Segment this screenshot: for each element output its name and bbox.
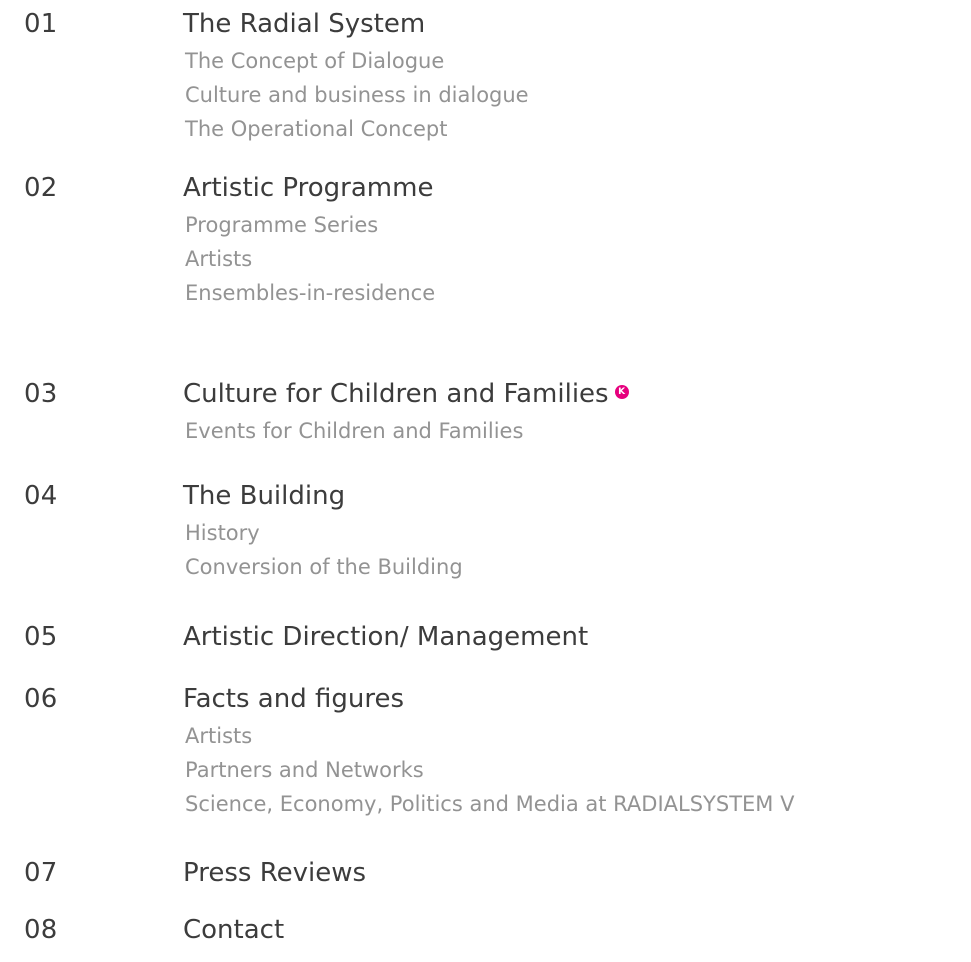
section-number: 02 [24,173,58,203]
submenu-item-concept-of-dialogue[interactable]: The Concept of Dialogue [185,44,529,78]
submenu-item-science-economy-politics[interactable]: Science, Economy, Politics and Media at … [185,787,794,821]
submenu-item-artists[interactable]: Artists [185,242,435,276]
section-number: 01 [24,9,58,39]
submenu-item-events-for-children[interactable]: Events for Children and Families [185,414,523,448]
submenu-item-partners-and-networks[interactable]: Partners and Networks [185,753,794,787]
submenu: The Concept of Dialogue Culture and busi… [185,44,529,146]
submenu: Artists Partners and Networks Science, E… [185,719,794,821]
submenu: Programme Series Artists Ensembles-in-re… [185,208,435,310]
submenu-item-culture-and-business[interactable]: Culture and business in dialogue [185,78,529,112]
section-number: 06 [24,684,58,714]
submenu-item-conversion-of-building[interactable]: Conversion of the Building [185,550,463,584]
section-title-press-reviews[interactable]: Press Reviews [183,853,366,893]
kids-badge-icon: K [614,385,629,399]
submenu-item-ensembles-in-residence[interactable]: Ensembles-in-residence [185,276,435,310]
section-title-culture-for-children[interactable]: Culture for Children and Families K [183,374,629,414]
section-title-artistic-direction[interactable]: Artistic Direction/ Management [183,617,588,657]
section-title-the-building[interactable]: The Building [183,476,345,516]
submenu-item-programme-series[interactable]: Programme Series [185,208,435,242]
section-title-text: Culture for Children and Families [183,379,609,409]
section-title-the-radial-system[interactable]: The Radial System [183,4,425,44]
section-number: 08 [24,915,58,945]
section-number: 04 [24,481,58,511]
section-title-facts-and-figures[interactable]: Facts and figures [183,679,404,719]
submenu-item-operational-concept[interactable]: The Operational Concept [185,112,529,146]
section-title-contact[interactable]: Contact [183,910,284,950]
section-number: 03 [24,379,58,409]
section-title-artistic-programme[interactable]: Artistic Programme [183,168,433,208]
section-number: 07 [24,858,58,888]
section-number: 05 [24,622,58,652]
submenu: History Conversion of the Building [185,516,463,584]
submenu: Events for Children and Families [185,414,523,448]
submenu-item-history[interactable]: History [185,516,463,550]
submenu-item-artists[interactable]: Artists [185,719,794,753]
